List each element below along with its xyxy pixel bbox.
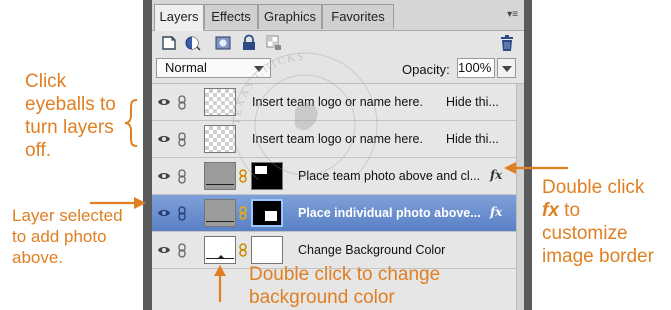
annotation-line: to add photo: [12, 227, 107, 246]
layer-thumbnail[interactable]: [204, 88, 236, 116]
new-layer-icon[interactable]: [160, 34, 178, 52]
layer-name[interactable]: Insert team logo or name here.: [252, 95, 423, 109]
layer-thumbnail[interactable]: [204, 199, 236, 227]
blend-mode-value: Normal: [165, 60, 207, 75]
opacity-label: Opacity:: [402, 62, 450, 77]
window-edge-left: [143, 0, 152, 310]
annotation-line: image border: [542, 246, 654, 267]
layer-mask-thumbnail[interactable]: [251, 162, 283, 190]
layer-name[interactable]: Place individual photo above...: [298, 206, 481, 220]
layer-hide-note: Hide thi...: [446, 95, 499, 109]
chevron-down-icon: [254, 66, 264, 72]
annotation-line: Double click: [542, 177, 645, 198]
annotation-fx-word: fx: [542, 200, 559, 221]
blend-bar: Normal Opacity: 100%: [152, 56, 524, 84]
eye-icon[interactable]: [157, 170, 171, 182]
tab-effects[interactable]: Effects: [204, 4, 258, 29]
lock-all-icon[interactable]: [240, 34, 258, 52]
panel-menu-icon[interactable]: ▾≡: [507, 9, 518, 20]
opacity-input[interactable]: 100%: [457, 58, 495, 78]
mask-shape: [255, 166, 267, 174]
eye-icon[interactable]: [157, 133, 171, 145]
annotation-bg-color: Double click to change background color: [249, 263, 440, 309]
lock-transparent-icon[interactable]: [265, 34, 283, 52]
layer-row-selected[interactable]: Place individual photo above... fx: [152, 195, 516, 232]
layer-row[interactable]: Insert team logo or name here. Hide thi.…: [152, 84, 516, 121]
window-edge-right: [524, 0, 532, 310]
layer-thumbnail[interactable]: [204, 162, 236, 190]
chevron-down-icon: [502, 66, 512, 72]
annotation-line: fx to: [542, 199, 654, 222]
layer-hide-note: Hide thi...: [446, 132, 499, 146]
thumbnail-strip: [206, 184, 234, 185]
annotation-line: background color: [249, 287, 395, 308]
layer-mask-thumbnail[interactable]: [251, 236, 283, 264]
chain-icon[interactable]: [239, 206, 247, 220]
thumbnail-marker: [218, 255, 224, 258]
link-icon[interactable]: [177, 132, 187, 147]
arrow-right-icon: [90, 197, 146, 209]
arrow-up-icon: [214, 265, 226, 302]
annotation-layer-selected: Layer selected to add photo above.: [12, 205, 123, 268]
annotation-line: off.: [25, 140, 52, 161]
annotation-fx-to: to: [558, 200, 581, 221]
trash-icon[interactable]: [498, 34, 516, 52]
annotation-line: Click: [25, 71, 67, 92]
tab-graphics[interactable]: Graphics: [258, 4, 322, 29]
tab-favorites[interactable]: Favorites: [322, 4, 394, 29]
brace-icon: [124, 99, 138, 147]
arrow-left-icon: [504, 162, 568, 174]
link-icon[interactable]: [177, 169, 187, 184]
link-icon[interactable]: [177, 206, 187, 221]
annotation-line: Double click to change: [249, 264, 441, 285]
layer-mask-thumbnail[interactable]: [251, 199, 283, 227]
layers-toolbar: [152, 31, 524, 55]
eye-icon[interactable]: [157, 244, 171, 256]
link-icon[interactable]: [177, 243, 187, 258]
layer-name[interactable]: Insert team logo or name here.: [252, 132, 423, 146]
annotation-line: turn layers: [25, 117, 114, 138]
link-icon[interactable]: [177, 95, 187, 110]
fx-icon[interactable]: fx: [490, 168, 502, 182]
annotation-line: customize: [542, 223, 628, 244]
annotation-line: eyeballs to: [25, 94, 116, 115]
panel-tabs: Layers Effects Graphics Favorites ▾≡: [152, 0, 524, 31]
layer-thumbnail[interactable]: [204, 125, 236, 153]
chain-icon[interactable]: [239, 243, 247, 257]
chain-icon[interactable]: [239, 169, 247, 183]
eye-icon[interactable]: [157, 96, 171, 108]
layer-thumbnail[interactable]: [204, 236, 236, 264]
annotation-line: above.: [12, 248, 64, 267]
annotation-fx: Double click fx to customize image borde…: [542, 176, 654, 268]
mask-icon[interactable]: [214, 34, 232, 52]
layer-row[interactable]: Insert team logo or name here. Hide thi.…: [152, 121, 516, 158]
thumbnail-strip: [206, 221, 234, 222]
fx-icon[interactable]: fx: [490, 205, 502, 219]
eye-icon[interactable]: [157, 207, 171, 219]
annotation-eyeballs: Click eyeballs to turn layers off.: [25, 70, 116, 162]
layer-name[interactable]: Place team photo above and cl...: [298, 169, 480, 183]
layer-row[interactable]: Place team photo above and cl... fx: [152, 158, 516, 195]
opacity-dropdown-button[interactable]: [497, 58, 516, 78]
thumbnail-strip: [206, 258, 234, 259]
layer-name[interactable]: Change Background Color: [298, 243, 445, 257]
adjustment-layer-icon[interactable]: [184, 34, 202, 52]
mask-shape: [265, 211, 277, 221]
layers-scrollbar[interactable]: [516, 84, 524, 310]
tab-layers[interactable]: Layers: [154, 4, 204, 31]
blend-mode-dropdown[interactable]: Normal: [156, 58, 271, 78]
